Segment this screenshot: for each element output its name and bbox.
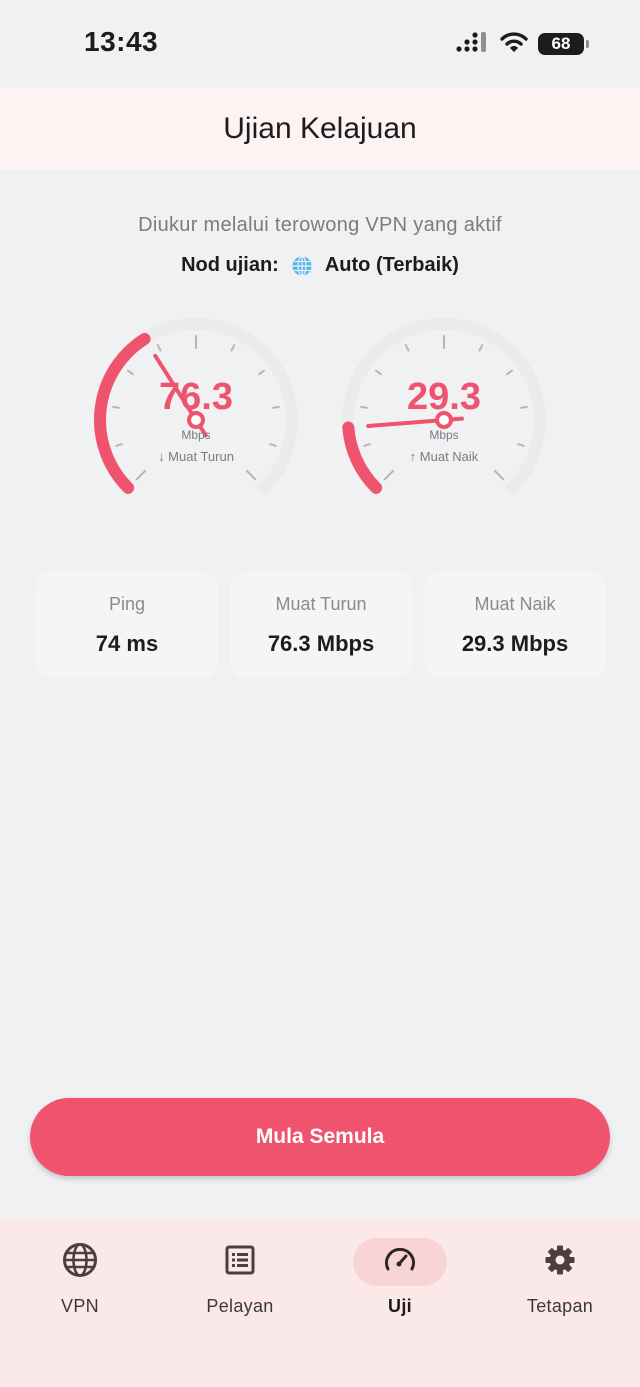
download-gauge-tick — [258, 369, 265, 376]
upload-label: Muat Naik — [474, 593, 556, 614]
battery-icon: 68 — [538, 33, 589, 55]
ping-label: Ping — [108, 593, 146, 614]
upload-value: 29.3 Mbps — [461, 630, 569, 656]
download-gauge-tick — [245, 469, 257, 481]
download-gauge-tick — [156, 344, 162, 352]
upload-gauge-tick — [404, 344, 410, 352]
speedometer-icon — [383, 1243, 417, 1282]
status-time: 13:43 — [84, 26, 159, 57]
status-icons: 68 — [456, 30, 589, 58]
download-gauge: 76.3 Mbps ↓ Muat Turun — [76, 300, 316, 520]
nav-item-vpn[interactable]: VPN — [0, 1218, 160, 1328]
ping-value: 74 ms — [95, 630, 159, 656]
cellular-signal-icon — [456, 31, 490, 58]
test-node-row[interactable]: Nod ujian: Auto (Terbaik) — [0, 254, 640, 277]
download-gauge-unit: Mbps — [181, 428, 211, 442]
upload-gauge-value: 29.3 — [407, 376, 481, 418]
upload-gauge-tick — [517, 443, 525, 447]
bottom-nav: VPN Pelayan Uji Tetapan — [0, 1218, 640, 1387]
download-gauge-value: 76.3 — [159, 376, 233, 418]
nav-label-test: Uji — [388, 1296, 412, 1316]
globe-icon — [291, 255, 313, 277]
upload-gauge-unit: Mbps — [429, 428, 459, 442]
upload-gauge-tick — [506, 369, 513, 376]
upload-gauge-label: ↑ Muat Naik — [409, 449, 479, 464]
nav-label-vpn: VPN — [61, 1296, 99, 1316]
wifi-icon — [500, 31, 528, 58]
upload-gauge: 29.3 Mbps ↑ Muat Naik — [324, 300, 564, 520]
download-value: 76.3 Mbps — [267, 630, 375, 656]
nav-item-settings[interactable]: Tetapan — [480, 1218, 640, 1328]
upload-card: Muat Naik 29.3 Mbps — [424, 572, 606, 678]
download-gauge-tick — [115, 443, 123, 447]
upload-gauge-tick — [493, 469, 505, 481]
upload-gauge-tick — [363, 443, 371, 447]
download-gauge-tick — [269, 443, 277, 447]
upload-gauge-tick — [478, 344, 484, 352]
globe-icon — [62, 1242, 98, 1283]
download-gauge-label: ↓ Muat Turun — [158, 449, 234, 464]
download-label: Muat Turun — [275, 593, 367, 614]
restart-button[interactable]: Mula Semula — [30, 1098, 610, 1176]
download-gauge-tick — [230, 344, 236, 352]
nav-label-settings: Tetapan — [526, 1296, 594, 1316]
app-header: Ujian Kelajuan — [0, 88, 640, 170]
download-card: Muat Turun 76.3 Mbps — [230, 572, 412, 678]
speed-gauges: 76.3 Mbps ↓ Muat Turun 29.3 Mbps ↑ Muat … — [0, 300, 640, 520]
nav-item-test[interactable]: Uji — [320, 1218, 480, 1328]
download-gauge-tick — [135, 469, 147, 481]
nav-item-servers[interactable]: Pelayan — [160, 1218, 320, 1328]
server-list-icon — [224, 1244, 256, 1281]
ping-card: Ping 74 ms — [36, 572, 218, 678]
status-bar: 13:43 68 — [0, 0, 640, 88]
nav-label-servers: Pelayan — [206, 1296, 274, 1316]
gear-icon — [544, 1244, 576, 1281]
upload-gauge-tick — [383, 469, 395, 481]
node-label: Nod ujian: — [181, 254, 279, 276]
download-gauge-tick — [127, 369, 134, 376]
stats-cards: Ping 74 ms Muat Turun 76.3 Mbps Muat Nai… — [36, 572, 606, 678]
upload-gauge-tick — [375, 369, 382, 376]
node-value: Auto (Terbaik) — [324, 254, 459, 276]
vpn-tunnel-subtitle: Diukur melalui terowong VPN yang aktif — [138, 214, 502, 236]
page-title: Ujian Kelajuan — [223, 112, 417, 145]
